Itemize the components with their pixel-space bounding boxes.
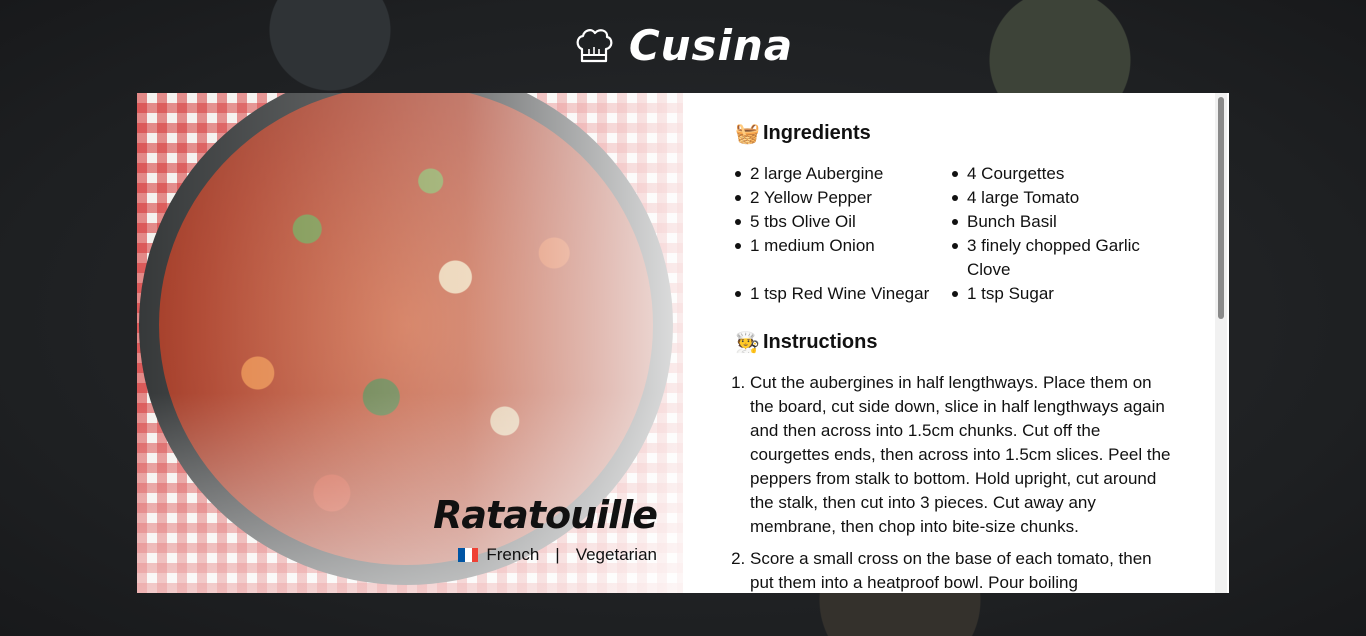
list-item: 4 large Tomato: [952, 186, 1162, 210]
list-item: 4 Courgettes: [952, 162, 1162, 186]
tag-separator: |: [555, 545, 560, 564]
list-item: 2 Yellow Pepper: [735, 186, 952, 210]
app-title: Cusina: [628, 21, 794, 70]
instructions-heading-label: Instructions: [763, 331, 878, 353]
ingredients-heading: 🧺 Ingredients: [735, 121, 1173, 146]
list-item: 1 medium Onion: [735, 234, 952, 282]
category-label: Vegetarian: [575, 545, 657, 564]
recipe-tags: French | Vegetarian: [458, 545, 657, 565]
france-flag-icon: [458, 548, 479, 562]
instructions-heading: 🧑‍🍳 Instructions: [735, 330, 1173, 355]
app-header: Cusina: [0, 18, 1366, 74]
picnic-basket-icon: 🧺: [735, 123, 760, 145]
instructions-list: Cut the aubergines in half lengthways. P…: [735, 371, 1173, 593]
instruction-step: Cut the aubergines in half lengthways. P…: [750, 371, 1173, 539]
chef-hat-icon: [576, 29, 613, 63]
list-item: 1 tsp Sugar: [952, 282, 1162, 306]
recipe-photo: Ratatouille French | Vegetarian: [137, 93, 683, 593]
recipe-card: Ratatouille French | Vegetarian 🧺 Ingred…: [137, 93, 1229, 593]
ingredients-heading-label: Ingredients: [763, 122, 871, 144]
list-item: 2 large Aubergine: [735, 162, 952, 186]
list-item: 3 finely chopped Garlic Clove: [952, 234, 1162, 282]
recipe-title: Ratatouille: [433, 493, 658, 537]
list-item: Bunch Basil: [952, 210, 1162, 234]
scrollbar[interactable]: [1215, 93, 1227, 593]
scrollbar-thumb[interactable]: [1218, 97, 1224, 319]
ingredients-list: 2 large Aubergine 4 Courgettes 2 Yellow …: [735, 162, 1173, 306]
list-item: 1 tsp Red Wine Vinegar: [735, 282, 952, 306]
recipe-details[interactable]: 🧺 Ingredients 2 large Aubergine 4 Courge…: [683, 93, 1229, 593]
list-item: 5 tbs Olive Oil: [735, 210, 952, 234]
cuisine-label: French: [486, 545, 540, 564]
instruction-step: Score a small cross on the base of each …: [750, 547, 1173, 593]
cook-icon: 🧑‍🍳: [735, 332, 760, 354]
